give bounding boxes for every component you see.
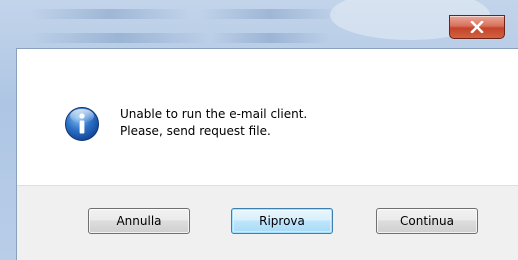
frame-glass-streak [30, 33, 210, 43]
button-bar: Annulla Riprova Continua [17, 185, 518, 260]
frame-glass-streak [200, 9, 340, 19]
message-text: Unable to run the e-mail client. Please,… [120, 106, 307, 140]
continue-button[interactable]: Continua [376, 208, 478, 234]
retry-button[interactable]: Riprova [231, 208, 333, 234]
message-line-1: Unable to run the e-mail client. [120, 107, 308, 121]
message-area: Unable to run the e-mail client. Please,… [17, 49, 518, 185]
information-icon [65, 107, 99, 141]
frame-glass-streak [30, 9, 190, 19]
frame-glass-streak [210, 33, 330, 43]
cancel-button[interactable]: Annulla [88, 208, 190, 234]
message-line-2: Please, send request file. [120, 124, 271, 138]
close-icon [470, 21, 484, 33]
close-button[interactable] [449, 15, 505, 39]
dialog-window: Unable to run the e-mail client. Please,… [0, 0, 518, 260]
dialog-client-area: Unable to run the e-mail client. Please,… [16, 48, 518, 260]
